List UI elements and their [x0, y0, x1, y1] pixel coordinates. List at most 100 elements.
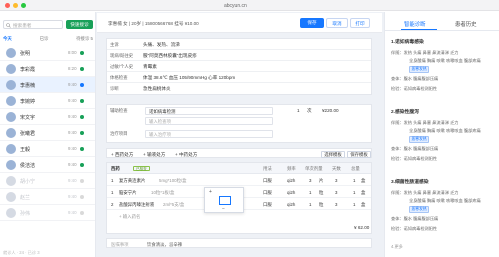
table-row[interactable]: 1 复方黄连素片 5mg*100粒/盒 口服 qi2h 3 片 3 1 盒	[107, 175, 371, 186]
advice-label: 医嘱事项	[111, 241, 129, 247]
decrement-button[interactable]: −	[222, 206, 225, 212]
row-index: 1	[111, 178, 114, 183]
patient-name: 李惠楠	[20, 83, 36, 89]
field-value[interactable]: 体温 38.6℃ 血压 105/90mmHg 心率 120bpm	[143, 75, 235, 81]
drug-dose[interactable]: 1	[309, 202, 311, 207]
field-allergy[interactable]: 过敏/个人史 青霉素	[107, 61, 371, 72]
drug-route[interactable]: 口服	[263, 190, 272, 196]
add-drug-input[interactable]: + 输入药名	[119, 214, 140, 220]
quick-register-button[interactable]: 快速接诊	[66, 20, 93, 29]
check-add-input[interactable]: 输入检查项	[145, 117, 273, 125]
status-dot	[80, 146, 84, 151]
minimize-window-dot[interactable]	[13, 3, 18, 8]
check-price: ¥220.00	[322, 108, 339, 113]
increment-button[interactable]: +	[209, 189, 212, 195]
drug-days[interactable]: 3	[335, 190, 337, 195]
drug-total[interactable]: 1	[353, 202, 355, 207]
patient-row[interactable]: 宋文宇 9:40	[0, 109, 95, 125]
check-item-value: 诺如病毒检测	[149, 109, 176, 115]
tab-smart-diagnosis[interactable]: 智能诊断	[404, 20, 426, 28]
patient-row-selected[interactable]: 李惠楠 9:40	[0, 77, 95, 93]
drug-freq[interactable]: qi2h	[287, 178, 295, 183]
patient-name: 李彩霞	[20, 67, 36, 73]
window-controls	[5, 3, 26, 8]
patient-row[interactable]: 胡小宁 9:40	[0, 173, 95, 189]
diagnosis-item-title[interactable]: 2.感染性腹泻	[391, 108, 419, 115]
patient-row[interactable]: 侯洁洁 9:40	[0, 157, 95, 173]
drug-name: 复方黄连素片	[119, 178, 146, 183]
drug-freq[interactable]: qi2h	[287, 202, 295, 207]
symptom-chip[interactable]: 恶寒发热	[409, 136, 430, 143]
maximize-window-dot[interactable]	[21, 3, 26, 8]
drug-freq[interactable]: qi2h	[287, 190, 295, 195]
diagnosis-item-title[interactable]: 3.细菌性肠道感染	[391, 178, 429, 185]
diagnosis-item-title[interactable]: 1.诺如病毒感染	[391, 38, 424, 45]
add-western-rx-button[interactable]: + 西药处方	[111, 152, 133, 158]
patient-time: 9:40	[68, 178, 77, 183]
patient-row[interactable]: 赵兰 9:40	[0, 189, 95, 205]
row-index: 2	[111, 202, 114, 207]
field-physical-exam[interactable]: 体格检查 体温 38.6℃ 血压 105/90mmHg 心率 120bpm	[107, 72, 371, 83]
field-value[interactable]: 急性扁桃体炎	[143, 86, 171, 92]
add-infusion-rx-button[interactable]: + 输液处方	[143, 152, 165, 158]
more-diagnoses-link[interactable]: 4.更多	[391, 244, 403, 250]
advice-value[interactable]: 饮食清淡，忌辛辣	[147, 242, 182, 248]
drug-dose[interactable]: 1	[309, 190, 311, 195]
drug-route[interactable]: 口服	[263, 202, 272, 208]
print-button[interactable]: 打印	[350, 18, 370, 28]
field-value[interactable]: 头痛、发热、流涕	[143, 42, 180, 48]
field-chief-complaint[interactable]: 主诉 头痛、发热、流涕	[107, 39, 371, 50]
search-input[interactable]: 搜索患者	[3, 20, 63, 29]
avatar	[6, 112, 16, 122]
patient-row[interactable]: 李彩霞 8:20	[0, 61, 95, 77]
tab-today[interactable]: 今天	[3, 36, 12, 44]
tab-done[interactable]: 已诊	[40, 36, 49, 44]
cancel-button[interactable]: 取消	[326, 18, 348, 28]
avatar	[6, 144, 16, 154]
field-value[interactable]: 服"阿莫西林胶囊"出现皮疹	[143, 53, 197, 59]
drug-days[interactable]: 3	[335, 178, 337, 183]
save-button[interactable]: 保存	[300, 18, 324, 28]
field-diagnosis[interactable]: 诊断 急性扁桃体炎	[107, 83, 371, 94]
advice-field[interactable]: 医嘱事项 饮食清淡，忌辛辣	[106, 238, 372, 248]
patient-row[interactable]: 王毅 9:40	[0, 141, 95, 157]
symptom-chip[interactable]: 恶寒发热	[409, 206, 430, 213]
search-placeholder: 搜索患者	[13, 22, 32, 28]
patient-row[interactable]: 李婉婷 9:40	[0, 93, 95, 109]
check-quantity[interactable]: 1	[297, 108, 300, 113]
test-line: 检验：诺如病毒检测阳性	[391, 156, 438, 161]
drug-total[interactable]: 1	[353, 190, 355, 195]
patient-time: 9:40	[68, 82, 77, 87]
address-bar[interactable]: abcyun.cn	[224, 3, 247, 9]
patient-row[interactable]: 张曦君 9:40	[0, 125, 95, 141]
drug-route[interactable]: 口服	[263, 178, 272, 184]
patient-name: 胡小宁	[20, 179, 36, 185]
treatment-add-input[interactable]: 输入治疗项	[145, 130, 273, 138]
close-window-dot[interactable]	[5, 3, 10, 8]
field-history[interactable]: 现病/既往史 服"阿莫西林胶囊"出现皮疹	[107, 50, 371, 61]
patient-row[interactable]: 张明 8:00	[0, 45, 95, 61]
patient-tabs: 今天 已诊 待接诊 5	[3, 36, 93, 44]
treatment-label: 治疗项目	[110, 131, 128, 136]
field-label: 主诉	[110, 42, 119, 47]
add-chinese-rx-button[interactable]: + 中药处方	[175, 152, 197, 158]
field-value[interactable]: 青霉素	[143, 64, 157, 70]
check-placeholder: 输入检查项	[149, 119, 171, 125]
avatar	[6, 48, 16, 58]
drug-total[interactable]: 1	[353, 178, 355, 183]
stepper-selected-cell[interactable]	[219, 196, 231, 205]
patient-row[interactable]: 孙伟 9:40	[0, 205, 95, 221]
check-item-field[interactable]: 诺如病毒检测	[145, 107, 273, 115]
tab-patient-history[interactable]: 患者历史	[455, 20, 477, 28]
save-template-button[interactable]: 保存模板	[347, 150, 371, 158]
status-dot	[80, 210, 84, 215]
avatar	[6, 64, 16, 74]
patient-time: 9:40	[68, 98, 77, 103]
select-template-button[interactable]: 选择模板	[321, 150, 345, 158]
dose-stepper-popup[interactable]: + −	[204, 187, 244, 213]
symptom-line: 恶寒发热	[409, 206, 430, 213]
tab-waiting[interactable]: 待接诊 5	[76, 36, 93, 44]
drug-days[interactable]: 3	[335, 202, 337, 207]
drug-dose[interactable]: 3	[309, 178, 311, 183]
symptom-chip[interactable]: 恶寒发热	[409, 66, 430, 73]
